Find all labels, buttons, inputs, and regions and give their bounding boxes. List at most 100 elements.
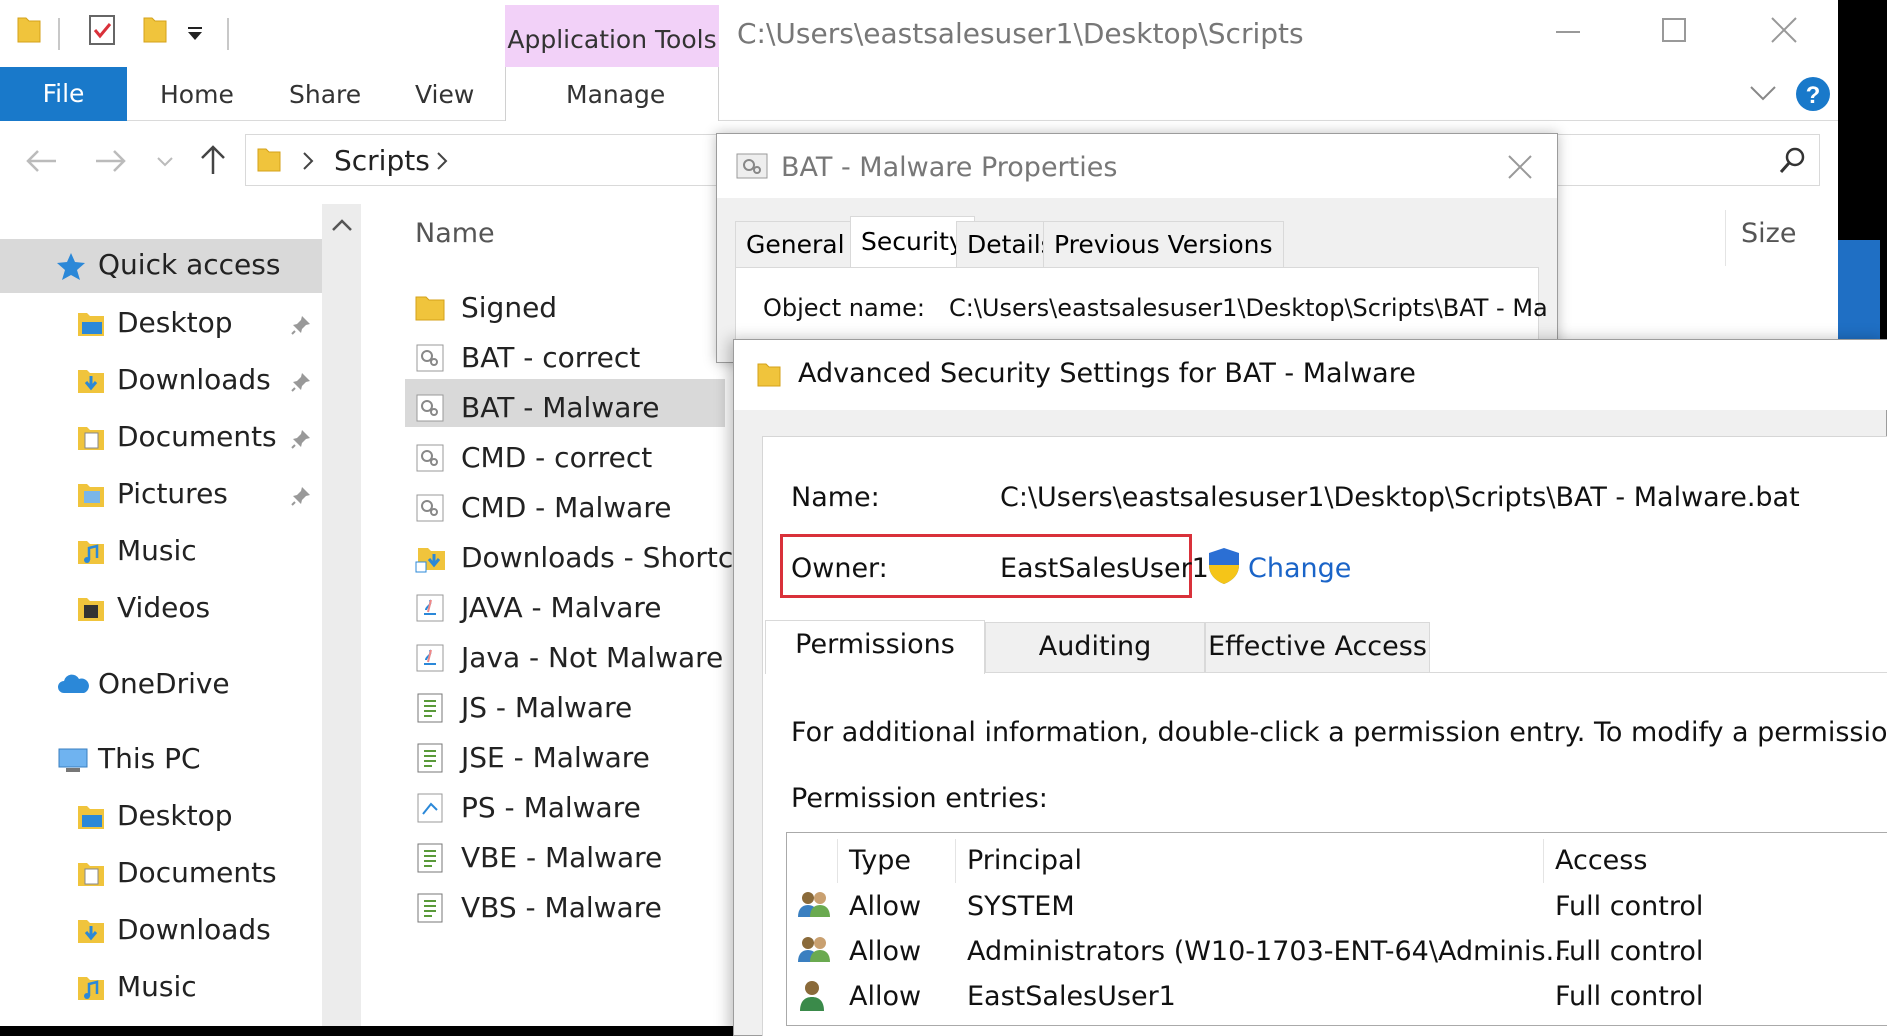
java-file-icon (414, 592, 446, 624)
tab-manage[interactable]: Manage (566, 80, 665, 109)
batch-file-icon (735, 152, 769, 180)
properties-title: BAT - Malware Properties (781, 152, 1118, 183)
pin-icon[interactable] (290, 485, 312, 507)
back-arrow-icon[interactable] (24, 148, 58, 174)
desktop-folder-icon (76, 803, 106, 831)
downloads-folder-icon (76, 367, 106, 395)
user-group-icon (797, 934, 831, 964)
search-icon[interactable] (1778, 145, 1808, 175)
expand-ribbon-icon[interactable] (1748, 83, 1778, 103)
advanced-security-title: Advanced Security Settings for BAT - Mal… (798, 358, 1416, 389)
user-group-icon (797, 889, 831, 919)
file-name: PS - Malware (461, 791, 641, 824)
tab-share[interactable]: Share (289, 80, 361, 109)
file-name: JSE - Malware (461, 741, 650, 774)
forward-arrow-icon[interactable] (94, 148, 128, 174)
tab-home[interactable]: Home (160, 80, 234, 109)
chevron-right-icon[interactable] (302, 151, 314, 171)
batch-file-icon (414, 342, 446, 374)
column-header-name[interactable]: Name (415, 218, 495, 249)
tab-previous-versions[interactable]: Previous Versions (1043, 221, 1284, 267)
customize-qat-icon[interactable] (186, 26, 204, 42)
close-button[interactable] (1756, 12, 1812, 52)
minimize-button[interactable] (1540, 12, 1596, 52)
script-file-icon (414, 692, 446, 724)
music-folder-icon (76, 974, 106, 1002)
folder-icon[interactable] (16, 14, 42, 46)
folder-icon (414, 292, 446, 324)
column-separator[interactable] (837, 839, 838, 883)
documents-folder-icon (76, 424, 106, 452)
tab-file[interactable]: File (0, 67, 127, 121)
batch-file-icon (414, 492, 446, 524)
change-owner-link[interactable]: Change (1248, 553, 1351, 584)
file-name: Java - Not Malware (461, 641, 724, 674)
nav-label: OneDrive (98, 667, 230, 700)
column-separator[interactable] (955, 839, 956, 883)
file-name: Downloads - Shortcu (461, 541, 751, 574)
column-header-access[interactable]: Access (1555, 845, 1647, 876)
documents-folder-icon (76, 860, 106, 888)
address-bar[interactable]: Scripts (245, 134, 725, 186)
new-folder-icon[interactable] (142, 14, 168, 46)
tab-manage-container: Manage (505, 67, 719, 121)
permission-entries-list[interactable]: Type Principal Access Allow SYSTEM Full … (786, 832, 1887, 1026)
title-bar: Application Tools C:\Users\eastsalesuser… (0, 0, 1838, 67)
nav-item-pictures[interactable]: Pictures (76, 471, 326, 519)
shortcut-icon (414, 542, 448, 574)
script-file-icon (414, 892, 446, 924)
help-icon[interactable]: ? (1795, 76, 1831, 112)
file-name: VBE - Malware (461, 841, 663, 874)
nav-label: Pictures (117, 477, 228, 510)
column-header-type[interactable]: Type (849, 845, 911, 876)
nav-label: Downloads (117, 363, 271, 396)
music-folder-icon (76, 538, 106, 566)
recent-locations-icon[interactable] (156, 156, 174, 168)
batch-file-icon (414, 442, 446, 474)
column-separator[interactable] (1725, 210, 1726, 266)
file-name: CMD - correct (461, 441, 653, 474)
pin-icon[interactable] (290, 428, 312, 450)
tab-effective-access[interactable]: Effective Access (1205, 622, 1430, 672)
column-header-principal[interactable]: Principal (967, 845, 1082, 876)
entry-principal: EastSalesUser1 (967, 981, 1176, 1012)
advanced-security-title-bar: Advanced Security Settings for BAT - Mal… (734, 340, 1887, 410)
close-icon[interactable] (1505, 152, 1535, 182)
chevron-right-icon[interactable] (436, 151, 448, 171)
script-file-icon (414, 842, 446, 874)
cloud-icon (56, 671, 90, 699)
tab-permissions[interactable]: Permissions (765, 620, 985, 674)
file-name: JAVA - Malvare (461, 591, 662, 624)
tab-general[interactable]: General (735, 221, 856, 267)
owner-label: Owner: (791, 553, 888, 584)
pin-icon[interactable] (290, 371, 312, 393)
permission-entries-label: Permission entries: (791, 783, 1048, 814)
column-separator[interactable] (1543, 839, 1544, 883)
tab-auditing[interactable]: Auditing (985, 622, 1205, 672)
qat-separator (227, 18, 229, 50)
nav-label: Downloads (117, 913, 271, 946)
permissions-info-text: For additional information, double-click… (791, 717, 1887, 748)
search-box[interactable] (1556, 134, 1820, 186)
nav-scrollbar[interactable] (322, 204, 361, 1026)
file-name: CMD - Malware (461, 491, 672, 524)
nav-label: Desktop (117, 799, 233, 832)
star-icon (56, 252, 86, 282)
nav-item-documents[interactable]: Documents (76, 414, 326, 462)
object-name-value: C:\Users\eastsalesuser1\Desktop\Scripts\… (949, 294, 1548, 322)
scroll-up-icon[interactable] (331, 218, 353, 232)
nav-item-downloads[interactable]: Downloads (76, 357, 326, 405)
nav-item-desktop[interactable]: Desktop (76, 300, 326, 348)
column-header-size[interactable]: Size (1741, 218, 1796, 249)
entry-type: Allow (849, 936, 922, 967)
up-arrow-icon[interactable] (198, 144, 228, 176)
tab-view[interactable]: View (415, 80, 474, 109)
maximize-button[interactable] (1646, 12, 1702, 52)
breadcrumb-scripts[interactable]: Scripts (334, 144, 430, 177)
nav-label: Music (117, 534, 197, 567)
batch-file-icon (414, 392, 446, 424)
file-name: BAT - correct (461, 341, 641, 374)
pin-icon[interactable] (290, 314, 312, 336)
properties-icon[interactable] (88, 14, 118, 48)
pictures-folder-icon (76, 481, 106, 509)
